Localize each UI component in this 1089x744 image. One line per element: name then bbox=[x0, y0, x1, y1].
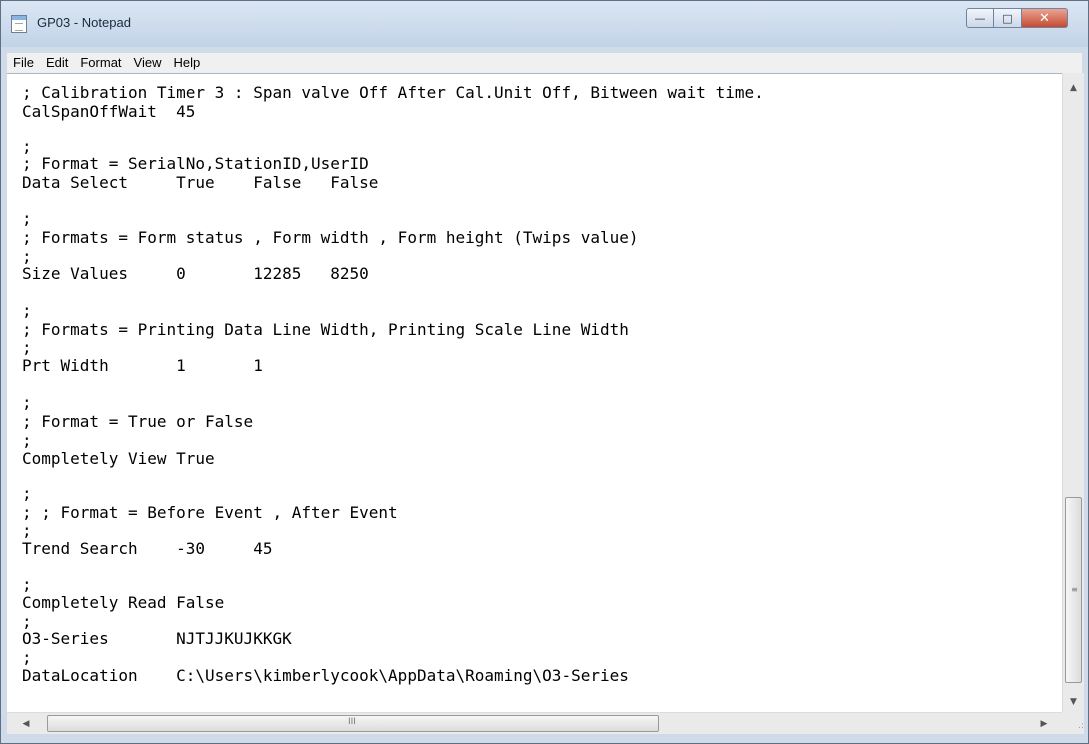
caption-buttons: — □ ✕ bbox=[966, 8, 1068, 28]
scroll-grip-icon: ≡ bbox=[1071, 585, 1078, 594]
text-line: ; Calibration Timer 3 : Span valve Off A… bbox=[22, 83, 764, 102]
text-editor[interactable]: ; Calibration Timer 3 : Span valve Off A… bbox=[7, 73, 1062, 712]
text-line: ; bbox=[22, 338, 32, 357]
text-line: ; bbox=[22, 209, 32, 228]
text-line: DataLocation C:\Users\kimberlycook\AppDa… bbox=[22, 666, 629, 685]
menu-edit[interactable]: Edit bbox=[40, 53, 74, 73]
horizontal-scroll-thumb[interactable]: III bbox=[47, 715, 659, 732]
scroll-left-arrow-icon[interactable]: ◀ bbox=[17, 715, 35, 733]
text-line: ; bbox=[22, 575, 32, 594]
menu-format[interactable]: Format bbox=[74, 53, 127, 73]
text-line: O3-Series NJTJJKUJKKGK bbox=[22, 629, 292, 648]
scroll-right-arrow-icon[interactable]: ▶ bbox=[1035, 715, 1053, 733]
text-line: ; ; Format = Before Event , After Event bbox=[22, 503, 398, 522]
text-line: Prt Width 1 1 bbox=[22, 356, 263, 375]
scroll-up-arrow-icon[interactable]: ▲ bbox=[1063, 79, 1084, 97]
maximize-icon: □ bbox=[1002, 11, 1013, 25]
minimize-icon: — bbox=[974, 11, 986, 25]
text-line: ; Format = True or False bbox=[22, 412, 254, 431]
text-line: CalSpanOffWait 45 bbox=[22, 102, 196, 121]
scroll-down-arrow-icon[interactable]: ▼ bbox=[1063, 693, 1084, 711]
text-line: ; Formats = Printing Data Line Width, Pr… bbox=[22, 320, 629, 339]
text-line: Trend Search -30 45 bbox=[22, 539, 273, 558]
notepad-window: GP03 - Notepad — □ ✕ File Edit Format Vi… bbox=[0, 0, 1089, 744]
minimize-button[interactable]: — bbox=[966, 8, 994, 28]
text-line: ; Formats = Form status , Form width , F… bbox=[22, 228, 639, 247]
hscroll-grip-icon: III bbox=[348, 717, 356, 727]
text-line: ; Format = SerialNo,StationID,UserID bbox=[22, 154, 369, 173]
text-line: ; bbox=[22, 431, 32, 450]
menu-file[interactable]: File bbox=[7, 53, 40, 73]
size-grip-icon[interactable]: .: bbox=[1062, 712, 1084, 734]
text-line: ; bbox=[22, 301, 32, 320]
notepad-icon bbox=[11, 15, 27, 33]
text-line: ; bbox=[22, 521, 32, 540]
text-line: ; bbox=[22, 484, 32, 503]
menu-bar: File Edit Format View Help bbox=[7, 53, 1082, 73]
text-line: ; bbox=[22, 648, 32, 667]
text-line: Completely Read False bbox=[22, 593, 225, 612]
vertical-scroll-thumb[interactable]: ≡ bbox=[1065, 497, 1082, 683]
menu-help[interactable]: Help bbox=[167, 53, 206, 73]
horizontal-scrollbar[interactable]: ◀ III ▶ bbox=[7, 712, 1062, 734]
window-title: GP03 - Notepad bbox=[37, 15, 131, 30]
text-line: Size Values 0 12285 8250 bbox=[22, 264, 369, 283]
text-line: ; bbox=[22, 393, 32, 412]
menu-view[interactable]: View bbox=[128, 53, 168, 73]
maximize-button[interactable]: □ bbox=[994, 8, 1022, 28]
text-line: Data Select True False False bbox=[22, 173, 379, 192]
vertical-scrollbar[interactable]: ▲ ≡ ▼ bbox=[1062, 73, 1084, 712]
close-button[interactable]: ✕ bbox=[1022, 8, 1068, 28]
close-icon: ✕ bbox=[1039, 10, 1050, 26]
text-line: Completely View True bbox=[22, 449, 215, 468]
title-bar[interactable]: GP03 - Notepad — □ ✕ bbox=[1, 1, 1088, 47]
